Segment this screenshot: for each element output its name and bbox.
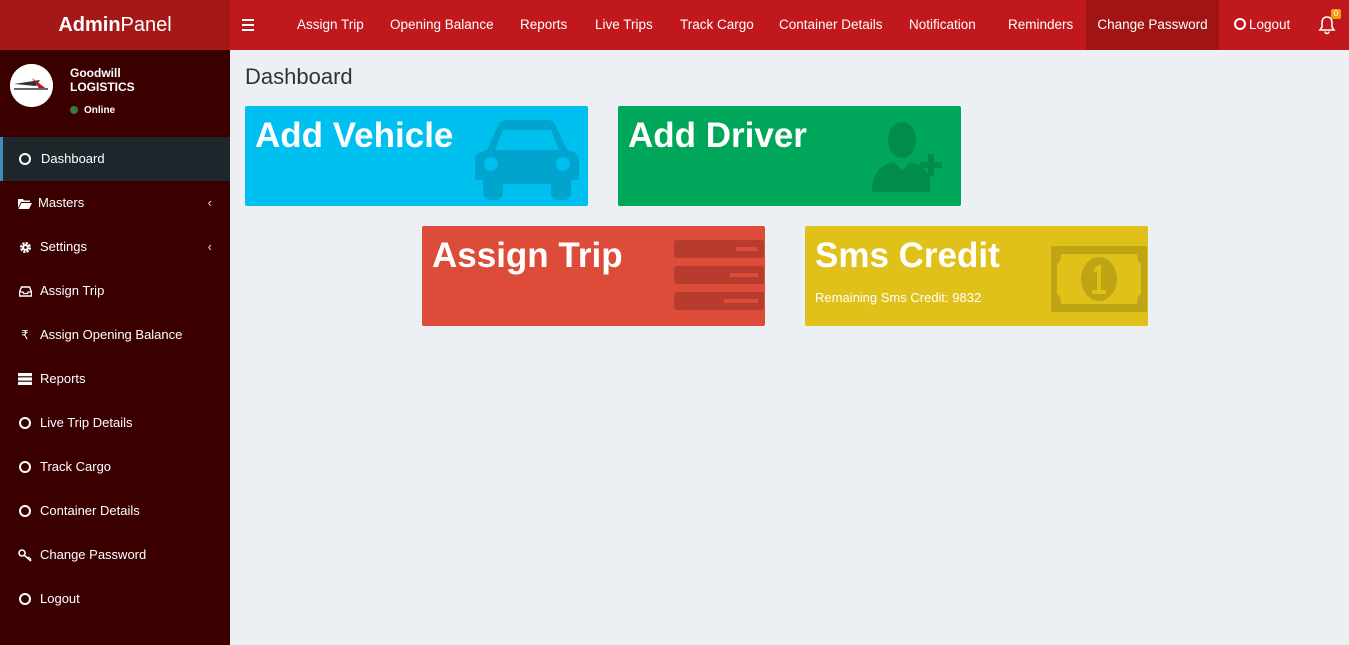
nav-notification[interactable]: Notification (909, 0, 976, 50)
nav-change-password[interactable]: Change Password (1086, 0, 1219, 50)
sidebar: Goodwill LOGISTICS Online Dashboard Mast… (0, 50, 230, 645)
sidebar-item-label: Reports (40, 371, 86, 386)
sidebar-item-assign-opening-balance[interactable]: ₹ Assign Opening Balance (0, 313, 230, 357)
add-driver-tile[interactable]: Add Driver (618, 106, 961, 206)
sidebar-item-settings[interactable]: Settings ‹ (0, 225, 230, 269)
sidebar-item-reports[interactable]: Reports (0, 357, 230, 401)
gear-icon (18, 225, 32, 269)
folder-open-icon (18, 181, 32, 225)
sidebar-item-change-password[interactable]: Change Password (0, 533, 230, 577)
brand-bold: Admin (58, 14, 121, 36)
sidebar-item-label: Container Details (40, 503, 140, 518)
add-vehicle-tile[interactable]: Add Vehicle (245, 106, 588, 206)
sidebar-item-label: Assign Trip (40, 283, 105, 298)
tile-title: Assign Trip (432, 236, 623, 275)
tile-title: Add Driver (628, 116, 807, 155)
circle-icon (18, 489, 32, 533)
nav-live-trips[interactable]: Live Trips (595, 0, 653, 50)
sidebar-item-label: Masters (38, 195, 85, 210)
assign-trip-tile[interactable]: Assign Trip (422, 226, 765, 326)
sidebar-item-label: Assign Opening Balance (40, 327, 183, 342)
avatar (10, 64, 53, 107)
sidebar-item-label: Logout (40, 591, 80, 606)
sidebar-item-container-details[interactable]: Container Details (0, 489, 230, 533)
sidebar-item-live-trip-details[interactable]: Live Trip Details (0, 401, 230, 445)
top-navbar: Assign Trip Opening Balance Reports Live… (230, 0, 1349, 50)
key-icon (18, 533, 32, 577)
user-status: Online (70, 105, 115, 116)
circle-icon (18, 401, 32, 445)
sms-credit-remaining: Remaining Sms Credit: 9832 (815, 290, 982, 305)
rupee-icon: ₹ (21, 328, 29, 342)
app-logo[interactable]: AdminPanel (0, 0, 230, 50)
circle-icon (1234, 18, 1246, 30)
user-panel: Goodwill LOGISTICS Online (0, 50, 230, 137)
sidebar-item-assign-trip[interactable]: Assign Trip (0, 269, 230, 313)
user-name-line1: Goodwill (70, 66, 121, 80)
money-icon (1051, 246, 1147, 312)
nav-reminders[interactable]: Reminders (1008, 0, 1073, 50)
nav-track-cargo[interactable]: Track Cargo (680, 0, 754, 50)
user-plus-icon (872, 122, 942, 192)
notification-badge: 0 (1331, 9, 1341, 19)
user-status-label: Online (84, 105, 116, 116)
page-title: Dashboard (245, 64, 353, 89)
nav-logout-label: Logout (1249, 17, 1291, 32)
sidebar-menu: Dashboard Masters ‹ Settings ‹ Assign Tr… (0, 137, 230, 621)
sidebar-item-track-cargo[interactable]: Track Cargo (0, 445, 230, 489)
chevron-left-icon: ‹ (207, 195, 212, 210)
sidebar-item-label: Track Cargo (40, 459, 112, 474)
user-name-line2: LOGISTICS (70, 80, 135, 94)
inbox-icon (18, 269, 32, 313)
tile-title: Sms Credit (815, 236, 1000, 275)
sidebar-item-label: Live Trip Details (40, 415, 133, 430)
circle-icon (18, 577, 32, 621)
list-icon (674, 240, 764, 310)
nav-reports[interactable]: Reports (520, 0, 567, 50)
tile-title: Add Vehicle (255, 116, 454, 155)
brand-light: Panel (120, 14, 172, 36)
user-name: Goodwill LOGISTICS (70, 66, 135, 94)
sidebar-item-label: Change Password (40, 547, 147, 562)
car-icon (475, 120, 579, 200)
nav-logout[interactable]: Logout (1234, 0, 1290, 50)
sidebar-item-masters[interactable]: Masters ‹ (0, 181, 230, 225)
circle-icon (18, 445, 32, 489)
sidebar-item-label: Settings (40, 239, 87, 254)
circle-icon (18, 137, 32, 181)
server-icon (18, 357, 32, 401)
sidebar-item-logout[interactable]: Logout (0, 577, 230, 621)
sidebar-toggle-icon[interactable] (242, 0, 262, 50)
sidebar-item-label: Dashboard (41, 151, 105, 166)
nav-opening-balance[interactable]: Opening Balance (390, 0, 494, 50)
nav-assign-trip[interactable]: Assign Trip (297, 0, 364, 50)
sms-credit-tile[interactable]: Sms Credit Remaining Sms Credit: 9832 (805, 226, 1148, 326)
status-dot-icon (70, 106, 78, 114)
sidebar-item-dashboard[interactable]: Dashboard (0, 137, 230, 181)
nav-container-details[interactable]: Container Details (779, 0, 883, 50)
chevron-left-icon: ‹ (207, 239, 212, 254)
